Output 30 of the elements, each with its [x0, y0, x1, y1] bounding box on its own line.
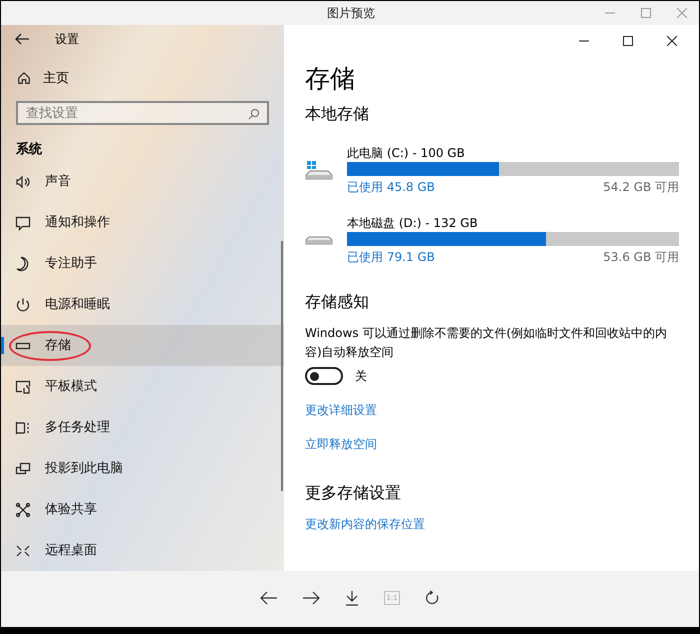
drive-name: 此电脑 (C:) - 100 GB — [347, 145, 466, 162]
home-item[interactable]: 主页 — [1, 67, 284, 90]
free-space: 54.2 GB 可用 — [603, 179, 679, 196]
section-heading: 系统 — [16, 140, 43, 158]
used-space[interactable]: 已使用 45.8 GB — [347, 178, 435, 196]
sidebar-item[interactable]: 远程桌面 — [1, 530, 284, 571]
settings-link[interactable]: 更改新内容的保存位置 — [305, 515, 425, 534]
section-heading: 本地存储 — [305, 103, 370, 126]
sidebar-item[interactable]: 投影到此电脑 — [1, 448, 284, 489]
settings-link[interactable]: 立即释放空间 — [305, 435, 377, 454]
sidebar-item[interactable]: 声音 — [1, 161, 284, 202]
sidebar-item[interactable]: 平板模式 — [1, 366, 284, 407]
description-text: Windows 可以通过删除不需要的文件(例如临时文件和回收站中的内容)自动释放空间 — [305, 325, 668, 362]
settings-title: 设置 — [55, 31, 79, 48]
section-heading: 存储感知 — [305, 291, 370, 314]
sidebar-item[interactable]: 专注助手 — [1, 243, 284, 284]
free-space: 53.6 GB 可用 — [603, 249, 679, 266]
settings-link[interactable]: 更改详细设置 — [305, 401, 377, 420]
search-field[interactable]: 查找设置 — [16, 101, 269, 125]
sidebar-item[interactable]: 电源和睡眠 — [1, 284, 284, 325]
section-heading: 更多存储设置 — [305, 482, 402, 504]
page-title: 存储 — [305, 63, 356, 94]
sidebar-item[interactable]: 体验共享 — [1, 489, 284, 530]
sidebar-item[interactable]: 通知和操作 — [1, 202, 284, 243]
sidebar-item[interactable]: 多任务处理 — [1, 407, 284, 448]
toggle-label: 关 — [355, 368, 367, 386]
drive-name: 本地磁盘 (D:) - 132 GB — [347, 215, 479, 232]
used-space[interactable]: 已使用 79.1 GB — [347, 248, 435, 266]
viewer-title: 图片预览 — [327, 5, 375, 22]
sidebar-item[interactable]: 存储 — [1, 325, 284, 366]
